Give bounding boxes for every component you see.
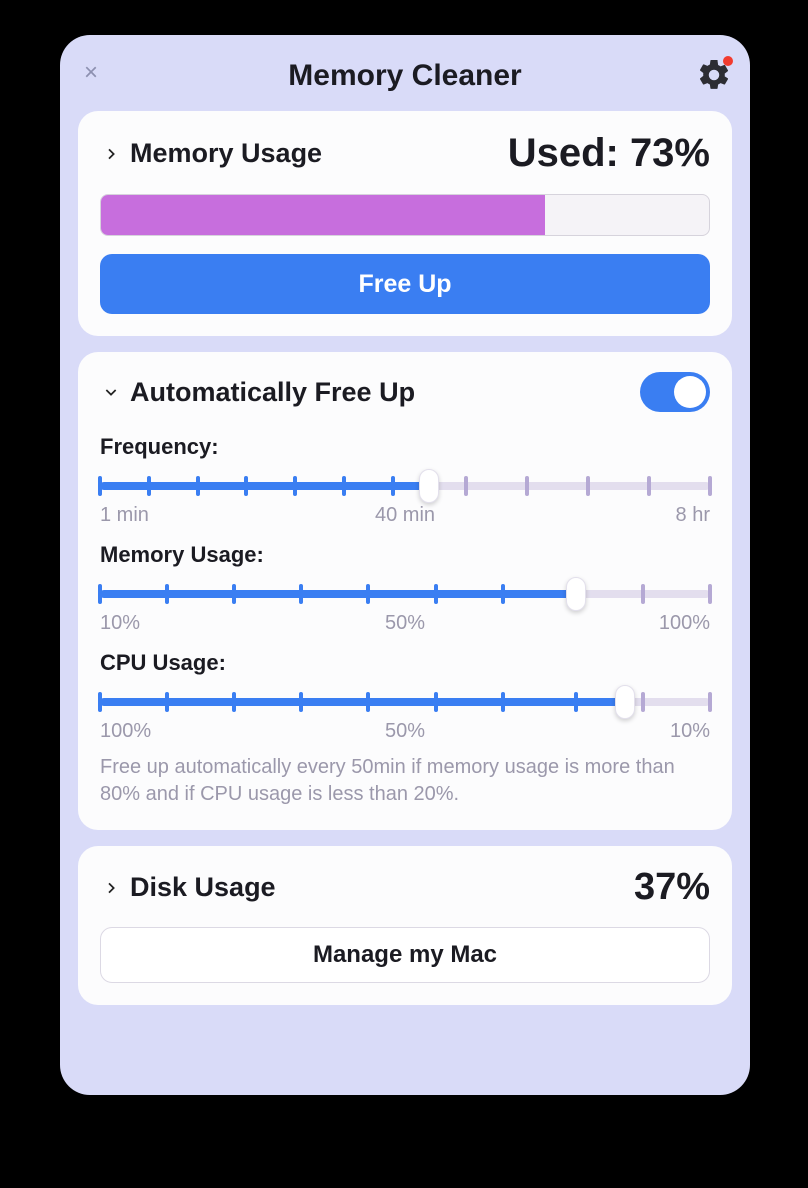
memory-slider-label: Memory Usage: xyxy=(100,542,710,568)
cpu-mid-label: 50% xyxy=(385,720,425,743)
auto-freeup-label: Automatically Free Up xyxy=(130,377,415,408)
disk-usage-label: Disk Usage xyxy=(130,872,276,903)
chevron-right-icon xyxy=(100,877,122,899)
frequency-slider-group: Frequency: 1 min 40 min 8 hr xyxy=(100,434,710,530)
manage-mac-button[interactable]: Manage my Mac xyxy=(100,927,710,983)
memory-slider-group: Memory Usage: 10% 50% 100% xyxy=(100,542,710,638)
memory-used-value: Used: 73% xyxy=(508,131,710,176)
auto-freeup-card: Automatically Free Up Frequency: 1 min 4… xyxy=(78,352,732,830)
title-bar: × Memory Cleaner xyxy=(78,51,732,101)
auto-freeup-header[interactable]: Automatically Free Up xyxy=(100,372,710,412)
frequency-slider[interactable] xyxy=(100,474,710,498)
memory-progress-fill xyxy=(101,195,545,235)
memory-slider[interactable] xyxy=(100,582,710,606)
cpu-min-label: 100% xyxy=(100,720,151,743)
toggle-knob xyxy=(674,376,706,408)
frequency-mid-label: 40 min xyxy=(375,504,435,527)
memory-usage-card: Memory Usage Used: 73% Free Up xyxy=(78,111,732,336)
disk-usage-header[interactable]: Disk Usage 37% xyxy=(100,866,710,909)
cpu-max-label: 10% xyxy=(670,720,710,743)
memory-min-label: 10% xyxy=(100,612,140,635)
frequency-label: Frequency: xyxy=(100,434,710,460)
frequency-min-label: 1 min xyxy=(100,504,149,527)
memory-progress-bar xyxy=(100,194,710,236)
auto-freeup-toggle[interactable] xyxy=(640,372,710,412)
notification-dot-icon xyxy=(723,56,733,66)
disk-usage-card: Disk Usage 37% Manage my Mac xyxy=(78,846,732,1005)
chevron-right-icon xyxy=(100,143,122,165)
cpu-slider-label: CPU Usage: xyxy=(100,650,710,676)
cpu-slider[interactable] xyxy=(100,690,710,714)
disk-usage-value: 37% xyxy=(634,866,710,909)
settings-button[interactable] xyxy=(696,57,732,93)
memory-max-label: 100% xyxy=(659,612,710,635)
free-up-button[interactable]: Free Up xyxy=(100,254,710,314)
auto-freeup-summary: Free up automatically every 50min if mem… xyxy=(100,754,710,808)
close-icon[interactable]: × xyxy=(84,63,104,83)
memory-mid-label: 50% xyxy=(385,612,425,635)
frequency-max-label: 8 hr xyxy=(676,504,710,527)
cpu-slider-group: CPU Usage: 100% 50% 10% xyxy=(100,650,710,746)
memory-usage-header[interactable]: Memory Usage Used: 73% xyxy=(100,131,710,176)
app-title: Memory Cleaner xyxy=(288,59,521,93)
memory-usage-label: Memory Usage xyxy=(130,138,322,169)
chevron-down-icon xyxy=(100,381,122,403)
app-window: × Memory Cleaner Memory Usage Used: 73% … xyxy=(60,35,750,1095)
